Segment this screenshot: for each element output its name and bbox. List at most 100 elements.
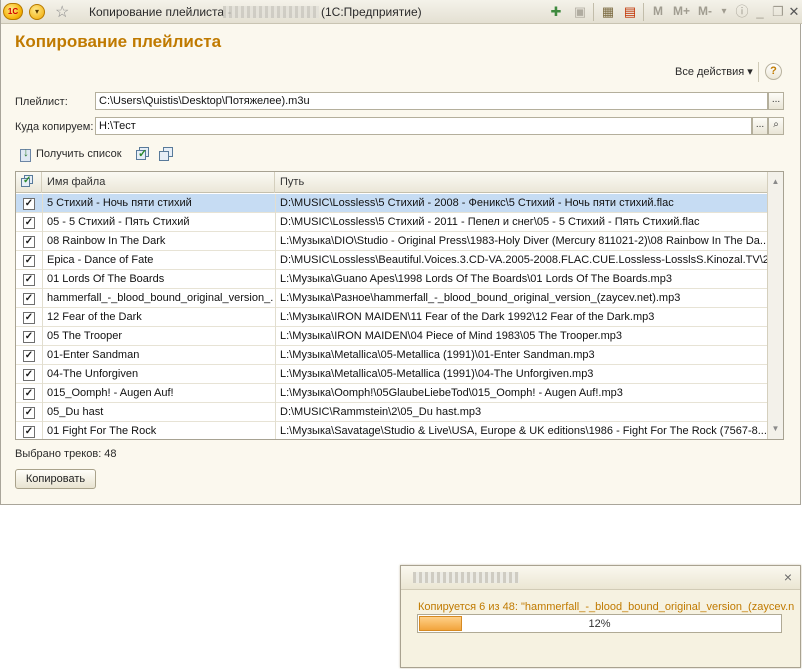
copy-button[interactable]: Копировать bbox=[15, 469, 96, 489]
track-filename: 12 Fear of the Dark bbox=[47, 311, 142, 323]
track-checkbox[interactable]: ✓ bbox=[23, 331, 35, 343]
track-filename: 05 The Trooper bbox=[47, 330, 123, 342]
selected-tracks-count: Выбрано треков: 48 bbox=[15, 448, 117, 460]
track-path: L:\Музыка\Разное\hammerfall_-_blood_boun… bbox=[280, 292, 681, 304]
destination-select-button[interactable]: ... bbox=[752, 117, 768, 135]
track-checkbox[interactable]: ✓ bbox=[23, 369, 35, 381]
window-title: Копирование плейлиста - bbox=[89, 5, 232, 19]
track-checkbox[interactable]: ✓ bbox=[23, 255, 35, 267]
track-path: L:\Музыка\Metallica\05-Metallica (1991)\… bbox=[280, 368, 594, 380]
copy-link-icon[interactable]: ▣ bbox=[571, 3, 589, 20]
track-filename: hammerfall_-_blood_bound_original_versio… bbox=[47, 292, 273, 304]
table-row[interactable]: ✓ 05 The Trooper L:\Музыка\IRON MAIDEN\04 … bbox=[16, 327, 768, 346]
progress-bar: 12% bbox=[417, 614, 782, 633]
form-title: Копирование плейлиста bbox=[15, 32, 222, 51]
table-row[interactable]: ✓ 12 Fear of the Dark L:\Музыка\IRON MAIDE… bbox=[16, 308, 768, 327]
track-checkbox[interactable]: ✓ bbox=[23, 198, 35, 210]
track-path: L:\Музыка\DIO\Studio - Original Press\19… bbox=[280, 235, 767, 247]
progress-percent: 12% bbox=[588, 618, 611, 630]
main-menu-icon[interactable]: ▾ bbox=[29, 4, 45, 20]
destination-path-field[interactable]: H:\Тест bbox=[95, 117, 752, 135]
track-path: D:\MUSIC\Rammstein\2\05_Du hast.mp3 bbox=[280, 406, 482, 418]
track-filename: 04-The Unforgiven bbox=[47, 368, 139, 380]
track-checkbox[interactable]: ✓ bbox=[23, 312, 35, 324]
main-window: 1С ▾ ☆ Копирование плейлиста - (1С:Предп… bbox=[0, 0, 802, 505]
table-row[interactable]: ✓ 5 Стихий - Ночь пяти стихий D:\MUSIC\Los… bbox=[16, 194, 768, 213]
progress-message: Копируется 6 из 48: "hammerfall_-_blood_… bbox=[418, 601, 794, 613]
scroll-up-icon[interactable]: ▲ bbox=[768, 174, 783, 190]
track-path: L:\Музыка\IRON MAIDEN\11 Fear of the Dar… bbox=[280, 311, 655, 323]
app-logo-icon[interactable]: 1С bbox=[3, 3, 23, 20]
track-checkbox[interactable]: ✓ bbox=[23, 350, 35, 362]
tools-dropdown-icon[interactable]: ▾ bbox=[717, 3, 731, 20]
redacted-title-part bbox=[223, 6, 319, 18]
column-header-filename[interactable]: Имя файла bbox=[42, 172, 275, 193]
track-path: L:\Музыка\IRON MAIDEN\04 Piece of Mind 1… bbox=[280, 330, 622, 342]
track-filename: Epica - Dance of Fate bbox=[47, 254, 154, 266]
uncheck-all-button[interactable] bbox=[158, 145, 174, 163]
track-filename: 05 - 5 Стихий - Пять Стихий bbox=[47, 216, 190, 228]
track-path: L:\Музыка\Savatage\Studio & Live\USA, Eu… bbox=[280, 425, 767, 437]
title-bar: 1С ▾ ☆ Копирование плейлиста - (1С:Предп… bbox=[1, 0, 802, 24]
close-window-icon[interactable]: ✕ bbox=[787, 3, 801, 20]
table-row[interactable]: ✓ 05_Du hast D:\MUSIC\Rammstein\2\05_Du ha… bbox=[16, 403, 768, 422]
track-filename: 5 Стихий - Ночь пяти стихий bbox=[47, 197, 192, 209]
check-all-icon: ✓ bbox=[136, 147, 149, 160]
restore-icon[interactable]: ❐ bbox=[771, 3, 785, 20]
track-checkbox[interactable]: ✓ bbox=[23, 407, 35, 419]
track-checkbox[interactable]: ✓ bbox=[23, 236, 35, 248]
uncheck-all-icon bbox=[158, 146, 174, 162]
track-path: D:\MUSIC\Lossless\5 Стихий - 2011 - Пепе… bbox=[280, 216, 700, 228]
track-checkbox[interactable]: ✓ bbox=[23, 274, 35, 286]
table-row[interactable]: ✓ 01 Fight For The Rock L:\Музыка\Savatage… bbox=[16, 422, 768, 439]
track-path: D:\MUSIC\Lossless\Beautiful.Voices.3.CD-… bbox=[280, 254, 767, 266]
track-filename: 01 Fight For The Rock bbox=[47, 425, 157, 437]
tracks-table[interactable]: ✓ Имя файла Путь ✓ 5 Стихий - Ночь пяти с… bbox=[15, 171, 784, 440]
table-row[interactable]: ✓ 04-The Unforgiven L:\Музыка\Metallica\05… bbox=[16, 365, 768, 384]
memory-m-button[interactable]: M bbox=[653, 4, 663, 18]
progress-popup: × Копируется 6 из 48: "hammerfall_-_bloo… bbox=[400, 565, 801, 668]
track-filename: 01-Enter Sandman bbox=[47, 349, 140, 361]
table-header: ✓ Имя файла Путь bbox=[16, 172, 768, 193]
column-header-path[interactable]: Путь bbox=[275, 172, 768, 193]
memory-mplus-button[interactable]: M+ bbox=[673, 4, 690, 18]
header-check-icon: ✓ bbox=[21, 175, 33, 187]
info-icon[interactable]: ⓘ bbox=[735, 3, 749, 20]
close-icon[interactable]: × bbox=[784, 569, 792, 585]
popup-header: × bbox=[401, 566, 800, 590]
minimize-icon[interactable]: _ bbox=[753, 3, 767, 20]
calculator-icon[interactable]: ▦ bbox=[599, 3, 617, 20]
playlist-label: Плейлист: bbox=[15, 96, 68, 108]
track-checkbox[interactable]: ✓ bbox=[23, 388, 35, 400]
table-row[interactable]: ✓ 08 Rainbow In The Dark L:\Музыка\DIO\Stu… bbox=[16, 232, 768, 251]
destination-label: Куда копируем: bbox=[15, 121, 94, 133]
table-row[interactable]: ✓ 015_Oomph! - Augen Auf! L:\Музыка\Oomph!… bbox=[16, 384, 768, 403]
table-row[interactable]: ✓ hammerfall_-_blood_bound_original_versi… bbox=[16, 289, 768, 308]
track-checkbox[interactable]: ✓ bbox=[23, 217, 35, 229]
track-checkbox[interactable]: ✓ bbox=[23, 293, 35, 305]
track-checkbox[interactable]: ✓ bbox=[23, 426, 35, 438]
calendar-icon[interactable]: ▤ bbox=[621, 3, 639, 20]
track-path: L:\Музыка\Metallica\05-Metallica (1991)\… bbox=[280, 349, 595, 361]
get-list-button[interactable]: Получить список bbox=[19, 145, 122, 163]
track-filename: 01 Lords Of The Boards bbox=[47, 273, 165, 285]
playlist-select-button[interactable]: ... bbox=[768, 92, 784, 110]
get-list-label: Получить список bbox=[36, 148, 122, 160]
check-column-header[interactable]: ✓ bbox=[16, 172, 42, 193]
favorites-star-icon[interactable]: ☆ bbox=[55, 2, 69, 22]
add-to-favorites-icon[interactable]: ✚ bbox=[547, 3, 565, 20]
table-row[interactable]: ✓ 01-Enter Sandman L:\Музыка\Metallica\05-… bbox=[16, 346, 768, 365]
all-actions-menu[interactable]: Все действия ▾ bbox=[675, 65, 753, 78]
get-list-icon bbox=[19, 145, 33, 162]
playlist-path-field[interactable]: C:\Users\Quistis\Desktop\Потяжелее).m3u bbox=[95, 92, 768, 110]
table-row[interactable]: ✓ Epica - Dance of Fate D:\MUSIC\Lossless\… bbox=[16, 251, 768, 270]
memory-mminus-button[interactable]: M- bbox=[698, 4, 712, 18]
help-button[interactable]: ? bbox=[765, 63, 782, 80]
destination-search-icon[interactable]: ⌕ bbox=[768, 117, 784, 135]
table-row[interactable]: ✓ 01 Lords Of The Boards L:\Музыка\Guano A… bbox=[16, 270, 768, 289]
table-row[interactable]: ✓ 05 - 5 Стихий - Пять Стихий D:\MUSIC\Los… bbox=[16, 213, 768, 232]
scroll-down-icon[interactable]: ▼ bbox=[768, 421, 783, 437]
table-scrollbar[interactable]: ▲ ▼ bbox=[767, 172, 783, 439]
window-title-app: (1С:Предприятие) bbox=[321, 5, 422, 19]
check-all-button[interactable]: ✓ bbox=[135, 145, 151, 163]
